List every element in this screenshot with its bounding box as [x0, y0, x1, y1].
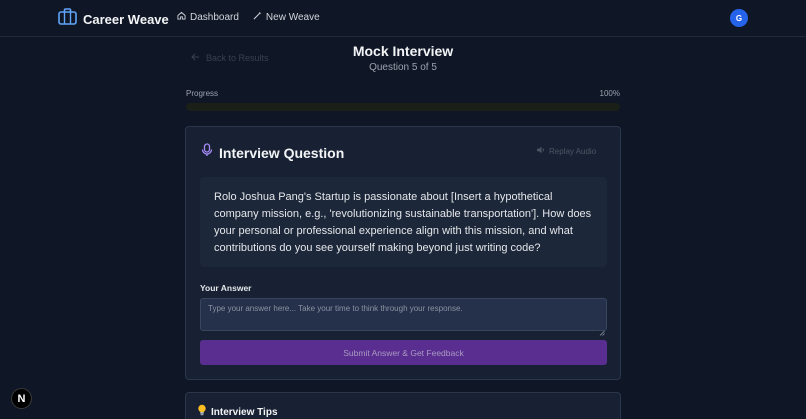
progress-bar: [186, 103, 620, 111]
nav-new-weave[interactable]: New Weave: [253, 11, 320, 23]
answer-textarea[interactable]: [200, 298, 607, 331]
brand-link[interactable]: Career Weave: [58, 8, 169, 30]
card-title: Interview Question: [219, 144, 345, 161]
submit-answer-button[interactable]: Submit Answer & Get Feedback: [200, 340, 607, 365]
interview-question-card: Interview Question Replay Audio Rolo Jos…: [185, 126, 621, 380]
interview-tips-card[interactable]: Interview Tips: [185, 392, 621, 419]
top-header: Career Weave Dashboard New Weave G: [0, 0, 806, 37]
sparkle-wand-icon: [253, 11, 262, 23]
main-nav: Dashboard New Weave: [177, 11, 320, 23]
resize-grip-icon[interactable]: [599, 323, 605, 341]
tips-title: Interview Tips: [211, 406, 278, 418]
nav-dashboard[interactable]: Dashboard: [177, 11, 239, 23]
briefcase-icon: [58, 8, 77, 30]
progress-bar-fill: [186, 103, 620, 111]
framework-badge[interactable]: N: [11, 388, 32, 409]
progress-percent: 100%: [599, 89, 620, 98]
brand-name: Career Weave: [83, 11, 169, 27]
nav-new-weave-label: New Weave: [265, 11, 320, 23]
replay-audio-label: Replay Audio: [549, 146, 597, 156]
card-header: Interview Question: [201, 143, 344, 162]
tips-header: Interview Tips: [197, 403, 278, 419]
nav-dashboard-label: Dashboard: [190, 11, 239, 23]
page-title: Mock Interview: [352, 43, 454, 59]
speaker-icon: [536, 146, 545, 156]
lightbulb-icon: [197, 403, 207, 419]
microphone-icon: [201, 143, 213, 162]
question-text: Rolo Joshua Pang's Startup is passionate…: [200, 177, 607, 267]
replay-audio-button[interactable]: Replay Audio: [536, 146, 596, 156]
answer-label: Your Answer: [200, 283, 252, 293]
home-icon: [177, 11, 186, 23]
question-counter: Question 5 of 5: [369, 62, 437, 73]
user-avatar[interactable]: G: [730, 9, 748, 27]
progress-label: Progress: [186, 89, 219, 98]
